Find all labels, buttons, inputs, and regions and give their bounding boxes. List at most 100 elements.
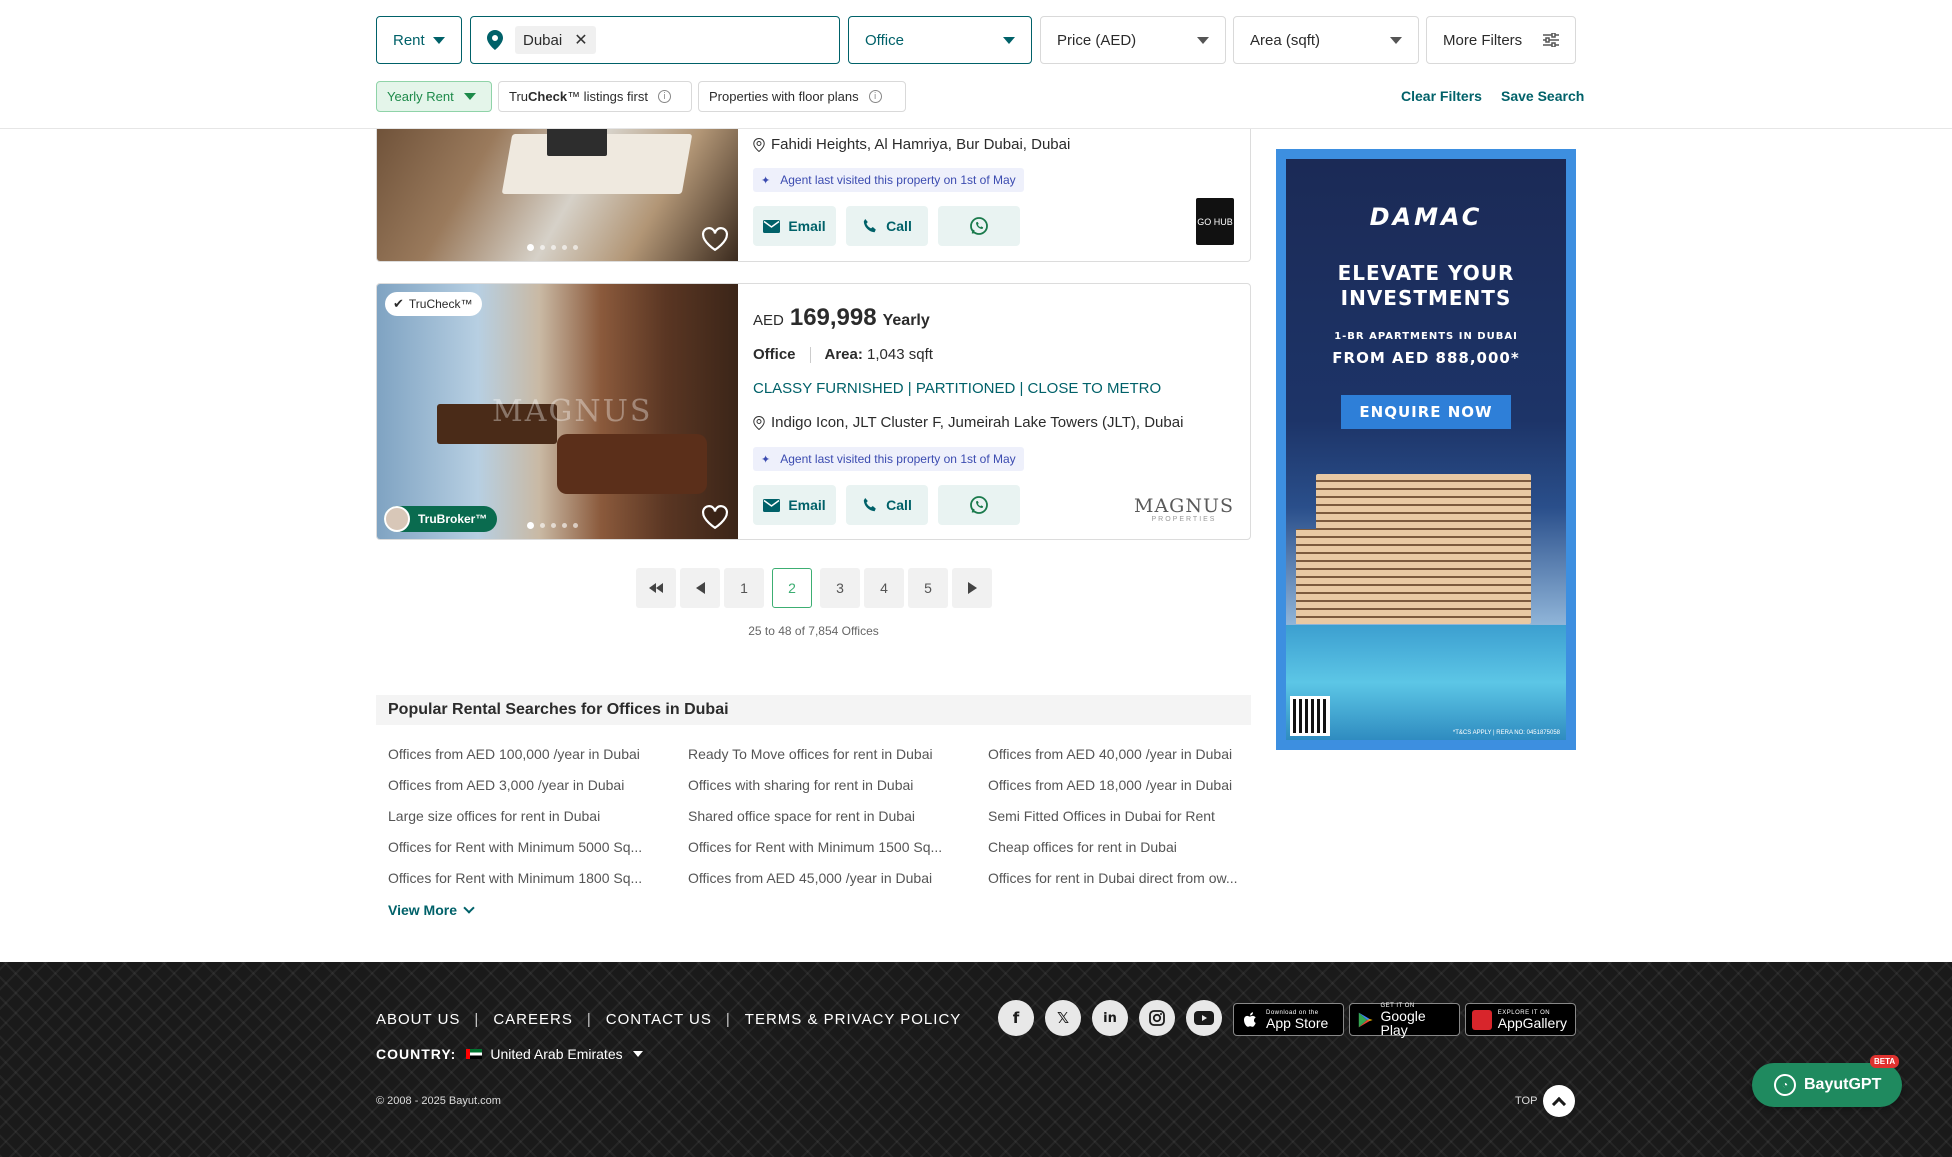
prev-page-button[interactable] [680, 568, 720, 608]
carousel-dots [527, 522, 578, 529]
chevron-down-icon [1003, 37, 1015, 44]
view-more-button[interactable]: View More [388, 902, 475, 918]
save-search-link[interactable]: Save Search [1501, 88, 1584, 104]
next-page-button[interactable] [952, 568, 992, 608]
popular-search-link[interactable]: Offices with sharing for rent in Dubai [688, 775, 950, 795]
footer-link-contact[interactable]: CONTACT US [606, 1011, 712, 1028]
agency-logo[interactable]: GO HUB [1196, 198, 1234, 245]
linkedin-icon[interactable]: in [1092, 1000, 1128, 1036]
whatsapp-button[interactable] [938, 485, 1020, 525]
ad-building-image [1296, 529, 1356, 624]
call-button[interactable]: Call [846, 206, 928, 246]
listing-card[interactable]: MAGNUS ✔ TruCheck™ TruBroker™ AED 169,99… [376, 283, 1251, 540]
call-button[interactable]: Call [846, 485, 928, 525]
popular-search-link[interactable]: Offices from AED 100,000 /year in Dubai [388, 744, 650, 764]
advertisement-banner[interactable]: DAMAC ELEVATE YOUR INVESTMENTS 1-BR APAR… [1276, 149, 1576, 750]
beta-badge: BETA [1870, 1055, 1900, 1068]
store-big: Google Play [1380, 1007, 1426, 1038]
app-store-badge[interactable]: Download on the App Store [1233, 1003, 1344, 1036]
location-search-input[interactable]: Dubai ✕ [470, 16, 840, 64]
popular-search-link[interactable]: Offices from AED 45,000 /year in Dubai [688, 868, 950, 888]
carousel-dot [562, 523, 567, 528]
trubroker-badge[interactable]: TruBroker™ [384, 506, 498, 532]
page-button-2-current[interactable]: 2 [772, 568, 812, 608]
check-icon: ✔ [393, 296, 404, 312]
listing-title[interactable]: CLASSY FURNISHED | PARTITIONED | CLOSE T… [753, 380, 1161, 397]
ad-subtitle: 1-BR APARTMENTS IN DUBAI [1334, 331, 1518, 342]
popular-search-link[interactable]: Offices for Rent with Minimum 1500 Sq... [688, 837, 950, 857]
popular-search-link[interactable]: Ready To Move offices for rent in Dubai [688, 744, 950, 764]
ad-headline-line-1: ELEVATE YOUR [1337, 261, 1515, 285]
category-dropdown[interactable]: Office [848, 16, 1032, 64]
location-chip[interactable]: Dubai ✕ [515, 26, 596, 54]
popular-search-link[interactable]: Cheap offices for rent in Dubai [988, 837, 1248, 857]
x-icon[interactable]: 𝕏 [1045, 1000, 1081, 1036]
popular-search-link[interactable]: Offices for Rent with Minimum 1800 Sq... [388, 868, 650, 888]
page-button-3[interactable]: 3 [820, 568, 860, 608]
country-selector[interactable]: COUNTRY: United Arab Emirates [376, 1046, 643, 1062]
trucheck-suffix: ™ listings first [567, 89, 648, 104]
email-button[interactable]: Email [753, 485, 836, 525]
chevron-down-icon [463, 93, 476, 100]
agency-logo[interactable]: MAGNUS PROPERTIES [1134, 497, 1234, 524]
bayutgpt-button[interactable]: ◔ BayutGPT [1752, 1063, 1902, 1107]
popular-search-link[interactable]: Offices for rent in Dubai direct from ow… [988, 868, 1248, 888]
close-icon[interactable]: ✕ [574, 30, 587, 50]
email-button[interactable]: Email [753, 206, 836, 246]
popular-search-link[interactable]: Large size offices for rent in Dubai [388, 806, 650, 826]
listing-price: AED 169,998 Yearly [753, 304, 930, 332]
ad-creative: DAMAC ELEVATE YOUR INVESTMENTS 1-BR APAR… [1286, 159, 1566, 740]
facebook-icon[interactable]: f [998, 1000, 1034, 1036]
clear-filters-link[interactable]: Clear Filters [1401, 88, 1482, 104]
property-type: Office [753, 346, 796, 363]
google-play-icon [1358, 1012, 1373, 1027]
google-play-badge[interactable]: GET IT ON Google Play [1349, 1003, 1460, 1038]
ad-enquire-button[interactable]: ENQUIRE NOW [1341, 395, 1511, 429]
page-button-5[interactable]: 5 [908, 568, 948, 608]
floor-plans-chip[interactable]: Properties with floor plans i [698, 81, 906, 112]
page-button-1[interactable]: 1 [724, 568, 764, 608]
trucheck-badge-label: TruCheck™ [408, 297, 473, 311]
first-page-button[interactable] [636, 568, 676, 608]
carousel-dot [540, 245, 545, 250]
agent-visited-badge: ✦ Agent last visited this property on 1s… [753, 447, 1024, 471]
country-label: COUNTRY: [376, 1046, 457, 1062]
visited-text: Agent last visited this property on 1st … [780, 452, 1016, 466]
popular-searches-title: Popular Rental Searches for Offices in D… [388, 701, 729, 718]
popular-search-link[interactable]: Offices from AED 18,000 /year in Dubai [988, 775, 1248, 795]
popular-search-link[interactable]: Semi Fitted Offices in Dubai for Rent [988, 806, 1248, 826]
footer-link-careers[interactable]: CAREERS [493, 1011, 573, 1028]
more-filters-button[interactable]: More Filters [1426, 16, 1576, 64]
whatsapp-button[interactable] [938, 206, 1020, 246]
footer-link-terms[interactable]: TERMS & PRIVACY POLICY [745, 1011, 962, 1028]
popular-search-link[interactable]: Offices from AED 40,000 /year in Dubai [988, 744, 1248, 764]
chevron-down-icon [433, 37, 445, 44]
price-dropdown[interactable]: Price (AED) [1040, 16, 1226, 64]
instagram-icon[interactable] [1139, 1000, 1175, 1036]
popular-search-link[interactable]: Offices from AED 3,000 /year in Dubai [388, 775, 650, 795]
listing-photo[interactable]: MAGNUS ✔ TruCheck™ TruBroker™ [377, 284, 738, 539]
purpose-dropdown[interactable]: Rent [376, 16, 462, 64]
heart-icon[interactable] [702, 505, 728, 529]
price-period: Yearly [882, 312, 930, 329]
app-gallery-badge[interactable]: EXPLORE IT ON AppGallery [1465, 1003, 1576, 1036]
back-to-top-button[interactable]: TOP [1515, 1085, 1576, 1117]
info-icon[interactable]: i [657, 90, 671, 103]
footer-link-about[interactable]: ABOUT US [376, 1011, 460, 1028]
info-icon[interactable]: i [868, 90, 882, 103]
area-value: 1,043 sqft [867, 346, 933, 363]
rent-frequency-chip[interactable]: Yearly Rent [376, 81, 492, 112]
address-text: Indigo Icon, JLT Cluster F, Jumeirah Lak… [771, 414, 1184, 431]
area-dropdown[interactable]: Area (sqft) [1233, 16, 1419, 64]
popular-search-link[interactable]: Offices for Rent with Minimum 5000 Sq... [388, 837, 650, 857]
copyright: © 2008 - 2025 Bayut.com [376, 1095, 501, 1107]
trucheck-first-chip[interactable]: Tru Check ™ listings first i [498, 81, 692, 112]
footer-links: ABOUT US | CAREERS | CONTACT US | TERMS … [376, 1011, 961, 1028]
heart-icon[interactable] [702, 227, 728, 251]
location-pin-icon [753, 137, 765, 152]
photo-sofa [557, 434, 707, 494]
youtube-icon[interactable] [1186, 1000, 1222, 1036]
pagination: 1 2 3 4 5 [636, 568, 992, 608]
popular-search-link[interactable]: Shared office space for rent in Dubai [688, 806, 950, 826]
page-button-4[interactable]: 4 [864, 568, 904, 608]
